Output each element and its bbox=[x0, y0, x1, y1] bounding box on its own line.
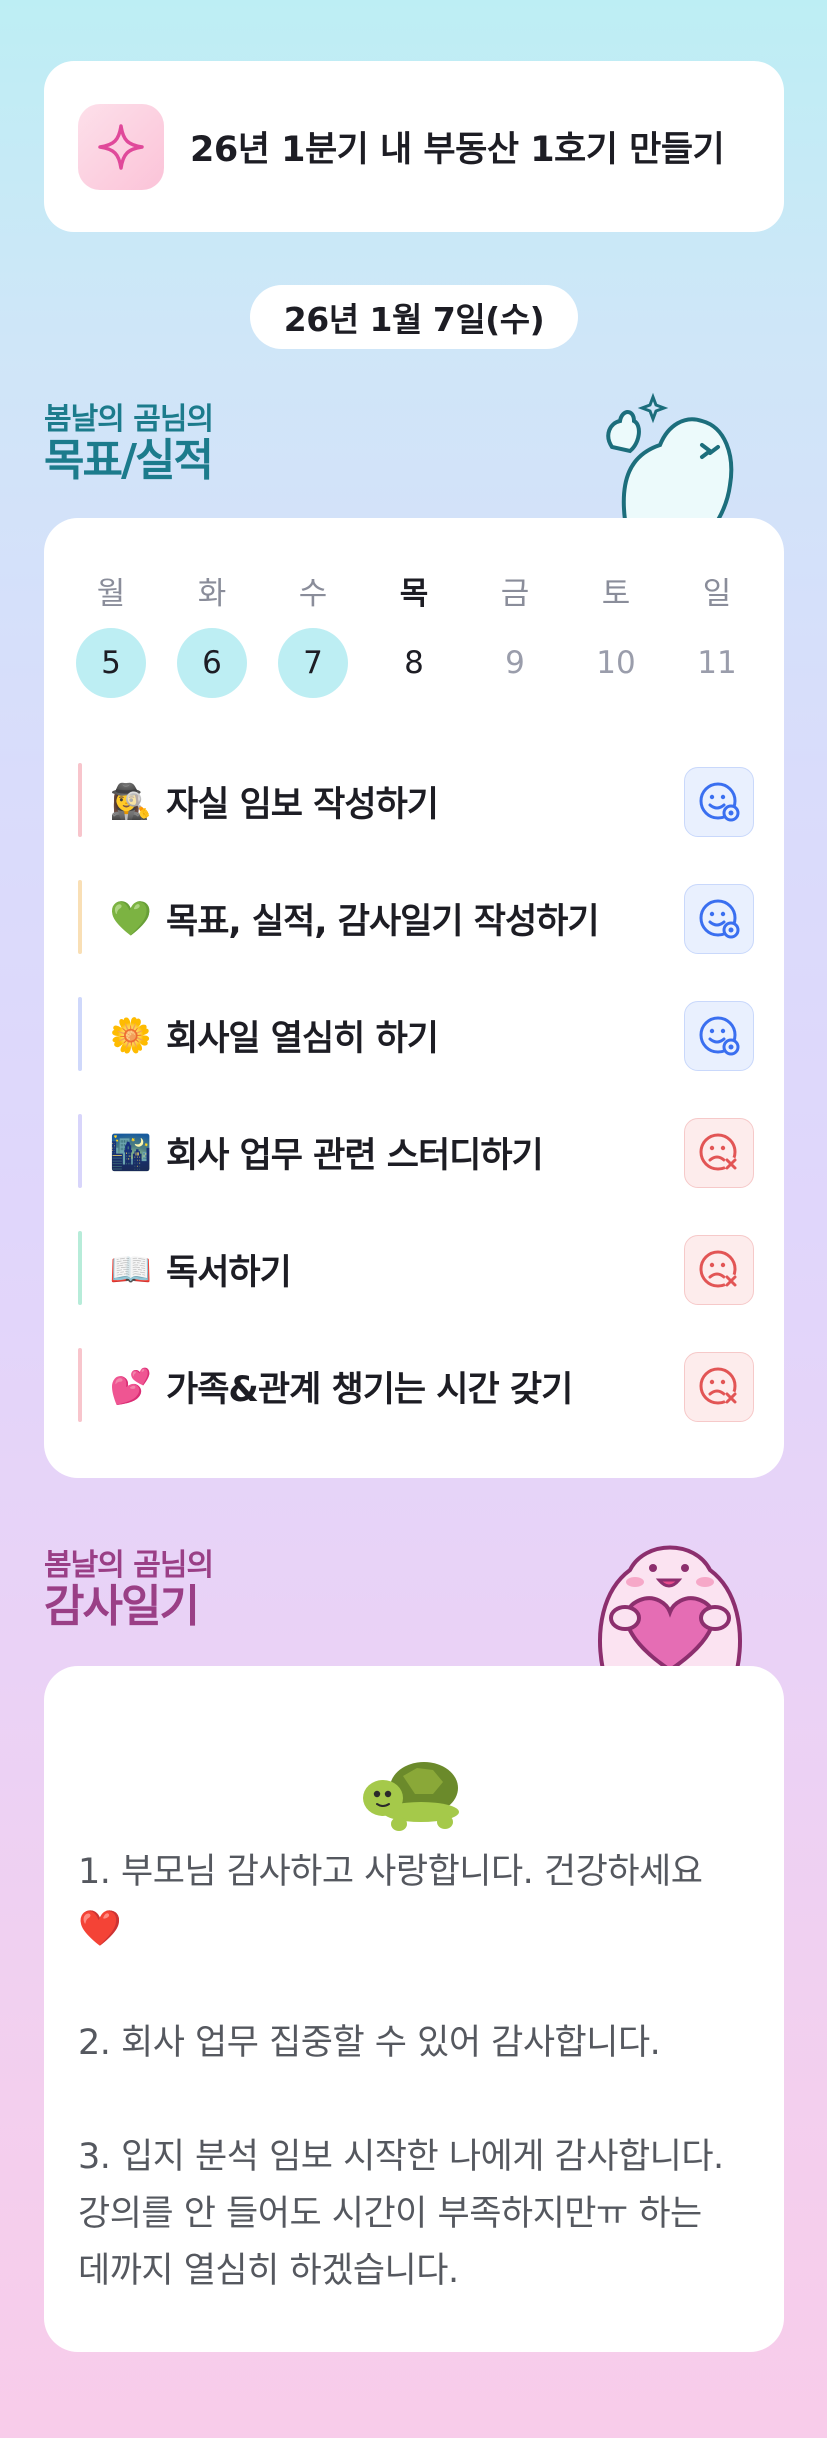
task-label: 자실 임보 작성하기 bbox=[166, 785, 439, 825]
goal-text: 26년 1분기 내 부동산 1호기 만들기 bbox=[190, 130, 725, 170]
task-item[interactable]: 🌼 회사일 열심히 하기 bbox=[78, 977, 754, 1094]
task-label: 회사 업무 관련 스터디하기 bbox=[166, 1136, 544, 1176]
task-color-bar bbox=[78, 880, 82, 954]
sad-x-icon[interactable] bbox=[684, 1352, 754, 1422]
thanks-journal-text[interactable]: 1. 부모님 감사하고 사랑합니다. 건강하세요❤️ 2. 회사 업무 집중할 … bbox=[78, 1844, 738, 2300]
day-label: 금 bbox=[500, 576, 530, 612]
task-emoji: 💚 bbox=[109, 898, 153, 939]
goal-section-heading: 목표/실적 bbox=[44, 435, 214, 486]
task-emoji: 💕 bbox=[109, 1366, 153, 1407]
calendar-day[interactable]: 토 10 bbox=[581, 574, 651, 698]
day-number: 8 bbox=[404, 645, 424, 681]
day-label: 월 bbox=[96, 576, 126, 612]
task-color-bar bbox=[78, 1231, 82, 1305]
task-item[interactable]: 🌃 회사 업무 관련 스터디하기 bbox=[78, 1094, 754, 1211]
day-label: 목 bbox=[399, 576, 429, 612]
thanks-section-subtitle: 봄날의 곰님의 bbox=[44, 1548, 214, 1583]
task-color-bar bbox=[78, 997, 82, 1071]
goal-card[interactable]: 26년 1분기 내 부동산 1호기 만들기 bbox=[44, 61, 784, 232]
sad-x-icon[interactable] bbox=[684, 1235, 754, 1305]
day-number: 11 bbox=[697, 645, 737, 681]
task-emoji: 🕵️‍♀️ bbox=[109, 781, 153, 822]
day-number: 10 bbox=[596, 645, 636, 681]
week-calendar: 월 5 화 6 수 7 목 8 금 9 토 10 일 11 bbox=[76, 574, 752, 698]
day-label: 수 bbox=[298, 576, 328, 612]
day-number: 7 bbox=[278, 628, 348, 698]
goal-panel: 월 5 화 6 수 7 목 8 금 9 토 10 일 11 🕵 bbox=[44, 518, 784, 1478]
mascot-thumbs-up-icon bbox=[606, 392, 734, 520]
day-label: 토 bbox=[601, 576, 631, 612]
task-item[interactable]: 📖 독서하기 bbox=[78, 1211, 754, 1328]
day-label: 화 bbox=[197, 576, 227, 612]
calendar-day[interactable]: 수 7 bbox=[278, 574, 348, 698]
day-number: 6 bbox=[177, 628, 247, 698]
task-color-bar bbox=[78, 763, 82, 837]
task-emoji: 🌼 bbox=[109, 1015, 153, 1056]
smile-check-icon[interactable] bbox=[684, 767, 754, 837]
smile-check-icon[interactable] bbox=[684, 1001, 754, 1071]
task-item[interactable]: 💚 목표, 실적, 감사일기 작성하기 bbox=[78, 860, 754, 977]
sad-x-icon[interactable] bbox=[684, 1118, 754, 1188]
task-label: 회사일 열심히 하기 bbox=[166, 1019, 439, 1059]
calendar-day[interactable]: 목 8 bbox=[379, 574, 449, 698]
task-label: 가족&관계 챙기는 시간 갖기 bbox=[166, 1370, 573, 1410]
calendar-day[interactable]: 금 9 bbox=[480, 574, 550, 698]
day-label: 일 bbox=[702, 576, 732, 612]
goal-section-subtitle: 봄날의 곰님의 bbox=[44, 402, 214, 437]
task-list: 🕵️‍♀️ 자실 임보 작성하기 💚 목표, 실적, 감사일기 작성하기 🌼 회… bbox=[78, 743, 754, 1445]
task-color-bar bbox=[78, 1114, 82, 1188]
task-color-bar bbox=[78, 1348, 82, 1422]
task-emoji: 📖 bbox=[109, 1249, 153, 1290]
turtle-icon bbox=[363, 1762, 459, 1831]
day-number: 9 bbox=[505, 645, 525, 681]
task-emoji: 🌃 bbox=[109, 1132, 153, 1173]
calendar-day[interactable]: 화 6 bbox=[177, 574, 247, 698]
thanks-panel: 1. 부모님 감사하고 사랑합니다. 건강하세요❤️ 2. 회사 업무 집중할 … bbox=[44, 1666, 784, 2352]
calendar-day[interactable]: 일 11 bbox=[682, 574, 752, 698]
thanks-section-heading: 감사일기 bbox=[44, 1581, 200, 1632]
smile-check-icon[interactable] bbox=[684, 884, 754, 954]
mascot-heart-icon bbox=[598, 1545, 742, 1670]
goal-section-title: 봄날의 곰님의 목표/실적 bbox=[44, 394, 214, 486]
task-label: 독서하기 bbox=[166, 1253, 292, 1293]
day-number: 5 bbox=[76, 628, 146, 698]
task-item[interactable]: 💕 가족&관계 챙기는 시간 갖기 bbox=[78, 1328, 754, 1445]
task-item[interactable]: 🕵️‍♀️ 자실 임보 작성하기 bbox=[78, 743, 754, 860]
date-pill[interactable]: 26년 1월 7일(수) bbox=[250, 285, 578, 349]
thanks-section-title: 봄날의 곰님의 감사일기 bbox=[44, 1540, 214, 1632]
calendar-day[interactable]: 월 5 bbox=[76, 574, 146, 698]
task-label: 목표, 실적, 감사일기 작성하기 bbox=[166, 902, 600, 942]
sparkle-icon bbox=[78, 103, 164, 190]
